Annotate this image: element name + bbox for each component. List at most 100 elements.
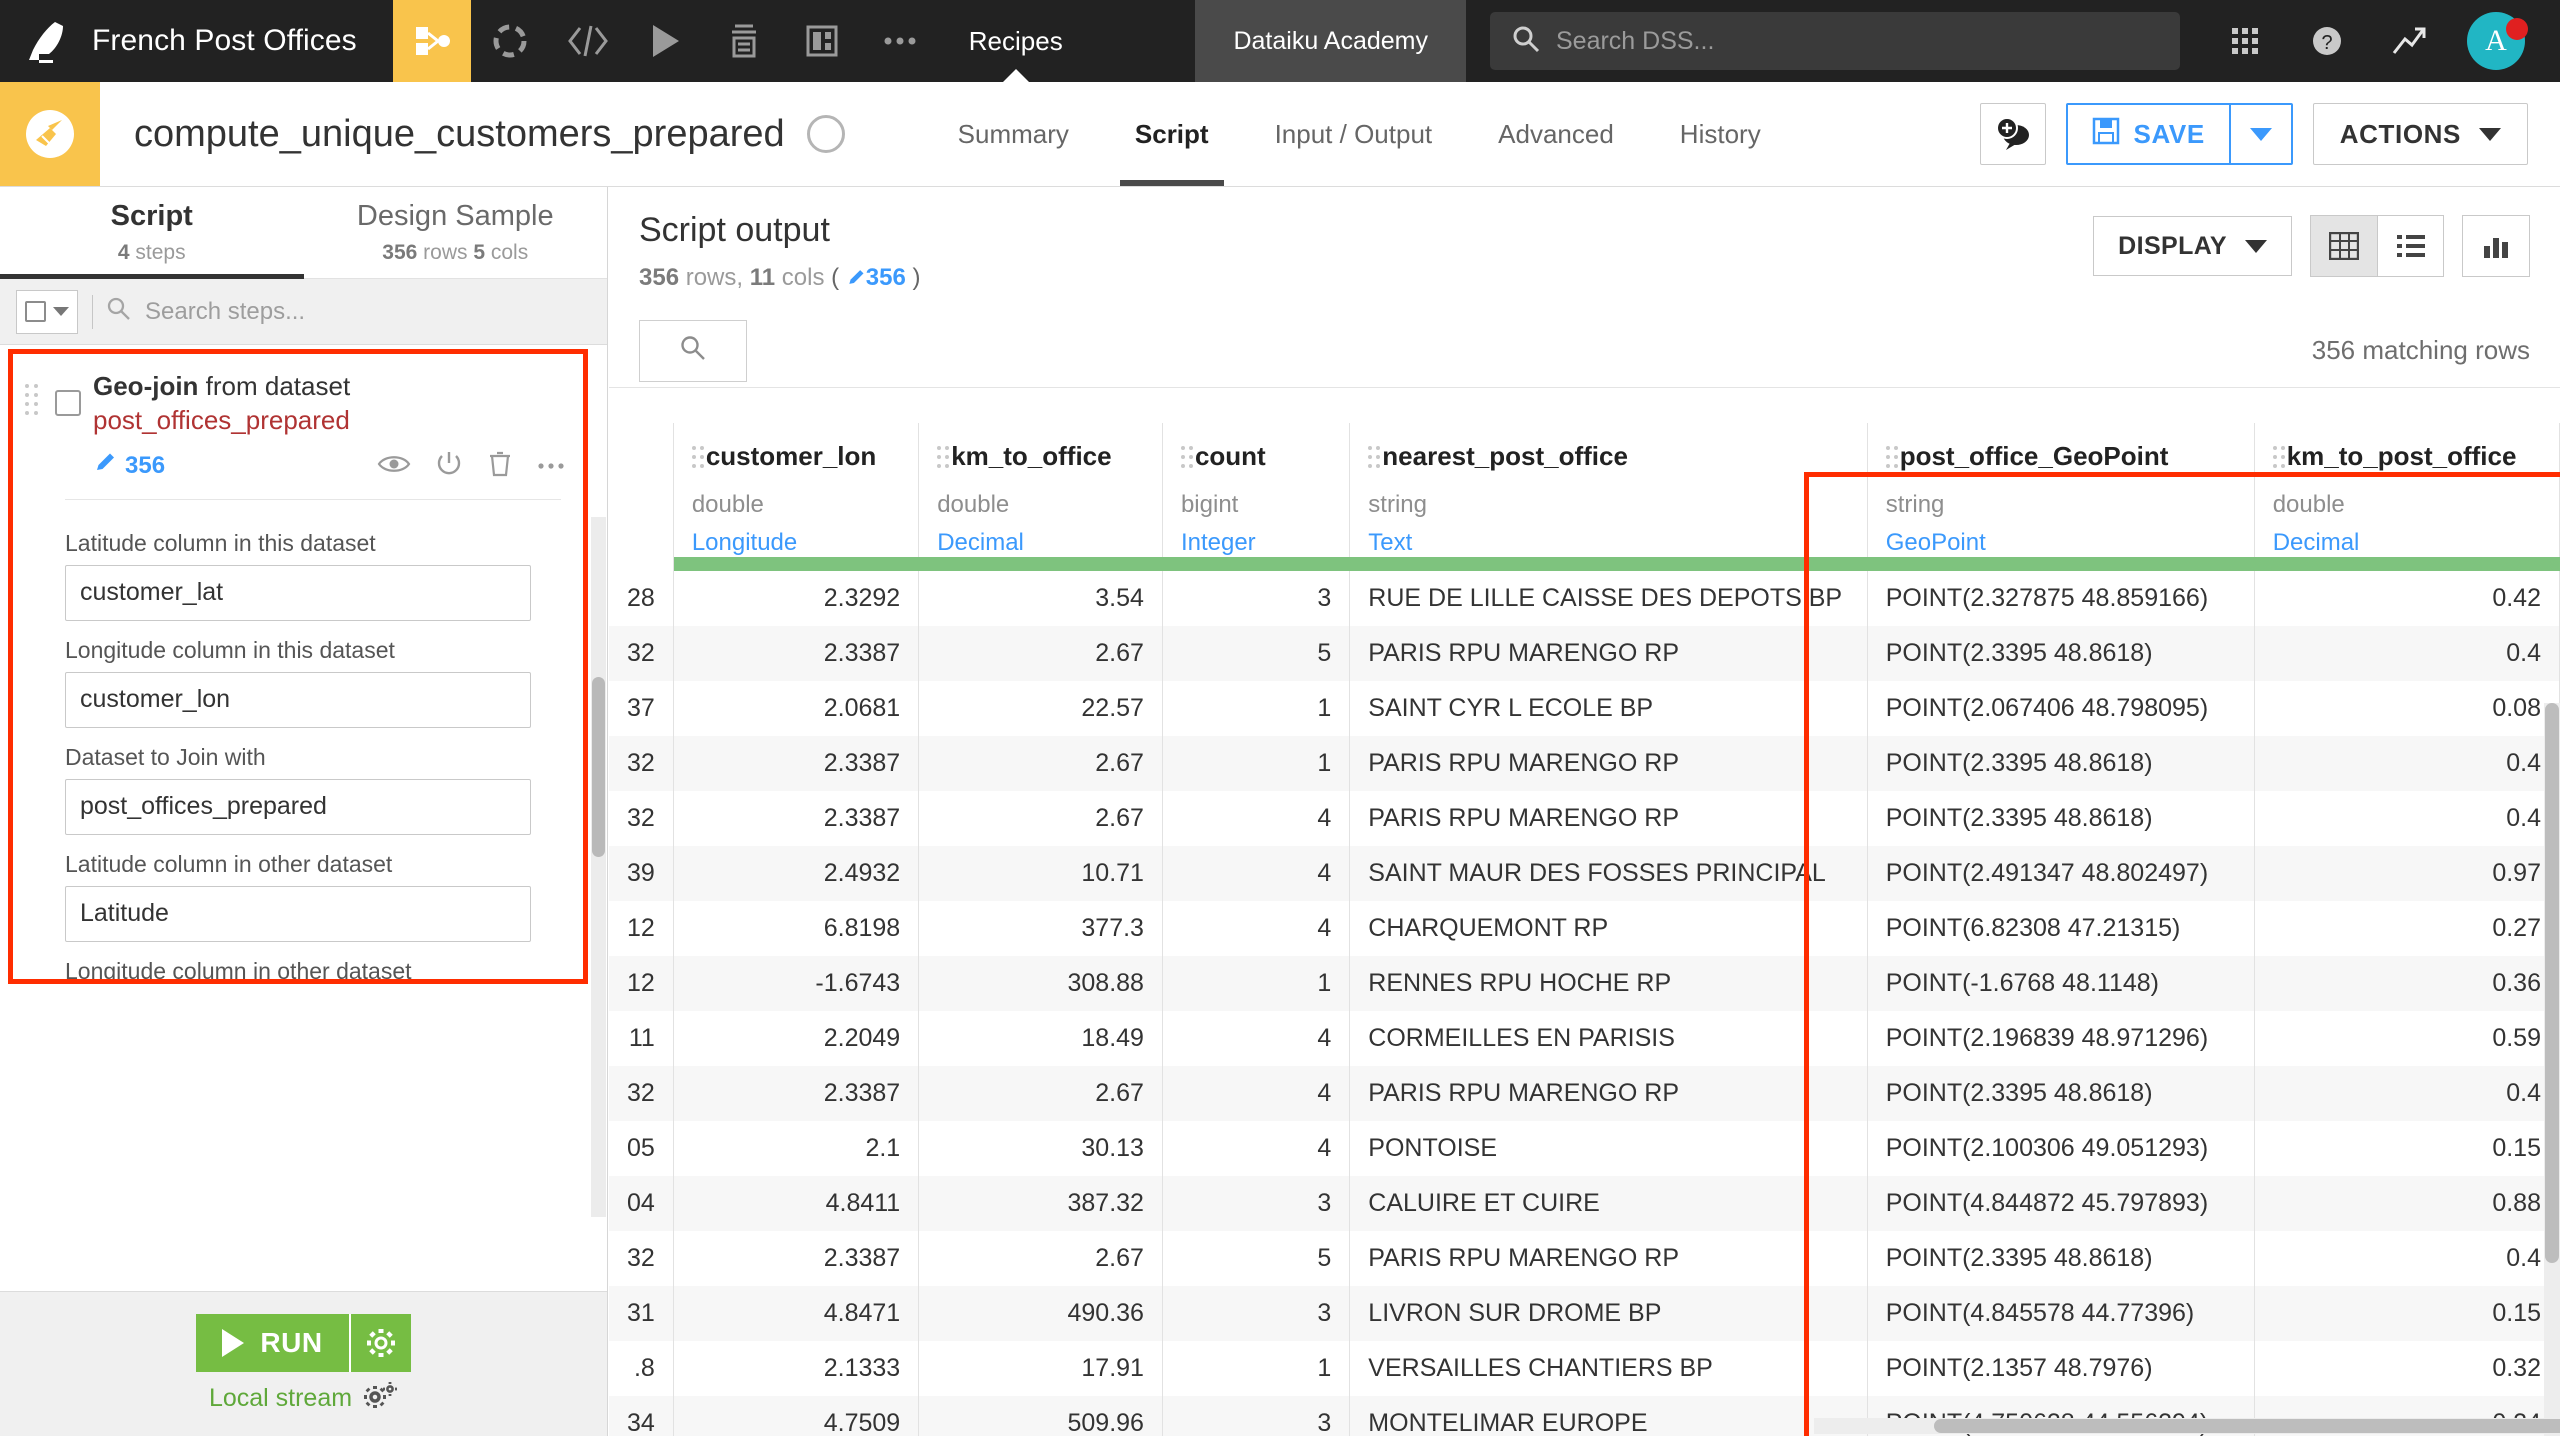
cell-km_to_office[interactable]: 2.67 <box>918 626 1163 681</box>
cell-count[interactable]: 3 <box>1162 1286 1351 1341</box>
cell-km_to_office[interactable]: 509.96 <box>918 1396 1163 1436</box>
scrollbar-thumb[interactable] <box>1934 1419 2560 1433</box>
grid-view-icon[interactable] <box>2311 216 2377 276</box>
dataiku-bird-logo[interactable] <box>0 0 92 82</box>
cell-post_office_GeoPoint[interactable]: POINT(4.845578 44.77396) <box>1867 1286 2255 1341</box>
cell-km_to_post_office[interactable]: 0.4 <box>2254 626 2560 681</box>
notebooks-icon[interactable] <box>705 0 783 82</box>
table-row[interactable]: 05 2.1 30.13 4 PONTOISE POINT(2.100306 49.051… <box>609 1121 2560 1176</box>
tab-history[interactable]: History <box>1647 82 1794 186</box>
cell-count[interactable]: 3 <box>1162 571 1351 626</box>
cell-nearest_post_office[interactable]: VERSAILLES CHANTIERS BP <box>1349 1341 1868 1396</box>
cell-post_office_GeoPoint[interactable]: POINT(2.327875 48.859166) <box>1867 571 2255 626</box>
eye-icon[interactable] <box>377 453 411 480</box>
cell-km_to_office[interactable]: 2.67 <box>918 1231 1163 1286</box>
cell-post_office_GeoPoint[interactable]: POINT(2.491347 48.802497) <box>1867 846 2255 901</box>
cell-km_to_office[interactable]: 490.36 <box>918 1286 1163 1341</box>
table-horizontal-scrollbar[interactable] <box>1814 1418 2560 1434</box>
cell-count[interactable]: 4 <box>1162 901 1351 956</box>
cell-count[interactable]: 1 <box>1162 736 1351 791</box>
header-cell-post-office-geopoint[interactable]: post_office_GeoPoint string GeoPoint <box>1867 423 2255 557</box>
cell-nearest_post_office[interactable]: SAINT CYR L ECOLE BP <box>1349 681 1868 736</box>
cell-count[interactable]: 4 <box>1162 1121 1351 1176</box>
cell-km_to_post_office[interactable]: 0.15 <box>2254 1286 2560 1341</box>
cell-count[interactable]: 4 <box>1162 791 1351 846</box>
chart-view-icon[interactable] <box>2463 216 2529 276</box>
sample-count-badge[interactable]: 356 <box>846 264 913 291</box>
table-row[interactable]: 31 4.8471 490.36 3 LIVRON SUR DROME BP POINT(… <box>609 1286 2560 1341</box>
cell-km_to_office[interactable]: 17.91 <box>918 1341 1163 1396</box>
cell-post_office_GeoPoint[interactable]: POINT(2.3395 48.8618) <box>1867 1231 2255 1286</box>
cell-count[interactable]: 1 <box>1162 1341 1351 1396</box>
table-row[interactable]: 32 2.3387 2.67 5 PARIS RPU MARENGO RP POINT(2… <box>609 626 2560 681</box>
cell-nearest_post_office[interactable]: CALUIRE ET CUIRE <box>1349 1176 1868 1231</box>
cell-nearest_post_office[interactable]: PARIS RPU MARENGO RP <box>1349 626 1868 681</box>
field-lat-this-input[interactable]: customer_lat <box>65 564 531 621</box>
table-row[interactable]: 32 2.3387 2.67 1 PARIS RPU MARENGO RP POINT(2… <box>609 736 2560 791</box>
cell-customer_lon[interactable]: 2.1333 <box>673 1341 920 1396</box>
table-row[interactable]: 37 2.0681 22.57 1 SAINT CYR L ECOLE BP POINT(… <box>609 681 2560 736</box>
scrollbar-thumb[interactable] <box>2545 703 2559 1263</box>
cell-customer_lon[interactable]: 2.4932 <box>673 846 920 901</box>
display-button[interactable]: DISPLAY <box>2093 216 2292 276</box>
table-row[interactable]: 12 6.8198 377.3 4 CHARQUEMONT RP POINT(6.8230… <box>609 901 2560 956</box>
cell-customer_lon[interactable]: 4.8471 <box>673 1286 920 1341</box>
cell-nearest_post_office[interactable]: CHARQUEMONT RP <box>1349 901 1868 956</box>
cell-post_office_GeoPoint[interactable]: POINT(2.1357 48.7976) <box>1867 1341 2255 1396</box>
cell-post_office_GeoPoint[interactable]: POINT(2.3395 48.8618) <box>1867 626 2255 681</box>
cell-nearest_post_office[interactable]: PARIS RPU MARENGO RP <box>1349 791 1868 846</box>
column-meaning[interactable]: Integer <box>1181 529 1331 557</box>
field-lat-other-input[interactable]: Latitude <box>65 885 531 942</box>
cell-km_to_post_office[interactable]: 0.08 <box>2254 681 2560 736</box>
drag-handle-icon[interactable] <box>1180 446 1185 473</box>
cell-km_to_office[interactable]: 387.32 <box>918 1176 1163 1231</box>
cell-nearest_post_office[interactable]: RENNES RPU HOCHE RP <box>1349 956 1868 1011</box>
cell-nearest_post_office[interactable]: PARIS RPU MARENGO RP <box>1349 1066 1868 1121</box>
left-tab-design-sample[interactable]: Design Sample 356 rows 5 cols <box>304 187 608 278</box>
cell-km_to_post_office[interactable]: 0.4 <box>2254 791 2560 846</box>
flow-icon[interactable] <box>392 0 471 82</box>
cell-count[interactable]: 3 <box>1162 1396 1351 1436</box>
cell-nearest_post_office[interactable]: LIVRON SUR DROME BP <box>1349 1286 1868 1341</box>
cell-count[interactable]: 5 <box>1162 1231 1351 1286</box>
cell-km_to_post_office[interactable]: 0.4 <box>2254 1231 2560 1286</box>
cell-count[interactable]: 4 <box>1162 846 1351 901</box>
drag-handle-icon[interactable] <box>1368 446 1373 473</box>
cell-count[interactable]: 4 <box>1162 1011 1351 1066</box>
power-icon[interactable] <box>435 450 463 483</box>
cell-customer_lon[interactable]: 2.3387 <box>673 626 920 681</box>
cell-post_office_GeoPoint[interactable]: POINT(2.100306 49.051293) <box>1867 1121 2255 1176</box>
scrollbar-thumb[interactable] <box>592 677 605 857</box>
academy-button[interactable]: Dataiku Academy <box>1195 0 1466 82</box>
cell-km_to_post_office[interactable]: 0.88 <box>2254 1176 2560 1231</box>
cell-customer_lon[interactable]: 2.1 <box>673 1121 920 1176</box>
cell-post_office_GeoPoint[interactable]: POINT(2.3395 48.8618) <box>1867 736 2255 791</box>
table-row[interactable]: 12 -1.6743 308.88 1 RENNES RPU HOCHE RP POINT… <box>609 956 2560 1011</box>
cell-nearest_post_office[interactable]: RUE DE LILLE CAISSE DES DEPOTS BP <box>1349 571 1868 626</box>
cell-km_to_office[interactable]: 10.71 <box>918 846 1163 901</box>
cell-customer_lon[interactable]: 4.8411 <box>673 1176 920 1231</box>
avatar[interactable]: A <box>2450 12 2542 70</box>
cell-km_to_post_office[interactable]: 0.36 <box>2254 956 2560 1011</box>
apps-grid-icon[interactable] <box>2204 26 2286 56</box>
cell-nearest_post_office[interactable]: PARIS RPU MARENGO RP <box>1349 1231 1868 1286</box>
add-discussion-icon[interactable] <box>1979 103 2046 165</box>
cell-km_to_office[interactable]: 18.49 <box>918 1011 1163 1066</box>
cell-count[interactable]: 4 <box>1162 1066 1351 1121</box>
tab-summary[interactable]: Summary <box>925 82 1102 186</box>
header-cell-km-to-post-office[interactable]: km_to_post_office double Decimal <box>2254 423 2560 557</box>
cell-km_to_office[interactable]: 2.67 <box>918 736 1163 791</box>
cell-km_to_post_office[interactable]: 0.4 <box>2254 1066 2560 1121</box>
jobs-play-icon[interactable] <box>627 0 705 82</box>
cell-post_office_GeoPoint[interactable]: POINT(-1.6768 48.1148) <box>1867 956 2255 1011</box>
column-meaning[interactable]: Decimal <box>937 529 1144 557</box>
select-all-steps-dropdown[interactable] <box>16 289 78 334</box>
tab-advanced[interactable]: Advanced <box>1465 82 1647 186</box>
cell-customer_lon[interactable]: 2.0681 <box>673 681 920 736</box>
cell-km_to_office[interactable]: 22.57 <box>918 681 1163 736</box>
cell-km_to_post_office[interactable]: 0.97 <box>2254 846 2560 901</box>
cell-km_to_office[interactable]: 377.3 <box>918 901 1163 956</box>
step-dataset-link[interactable]: post_offices_prepared <box>93 405 350 435</box>
cell-customer_lon[interactable]: 2.3387 <box>673 1231 920 1286</box>
cell-post_office_GeoPoint[interactable]: POINT(2.3395 48.8618) <box>1867 791 2255 846</box>
